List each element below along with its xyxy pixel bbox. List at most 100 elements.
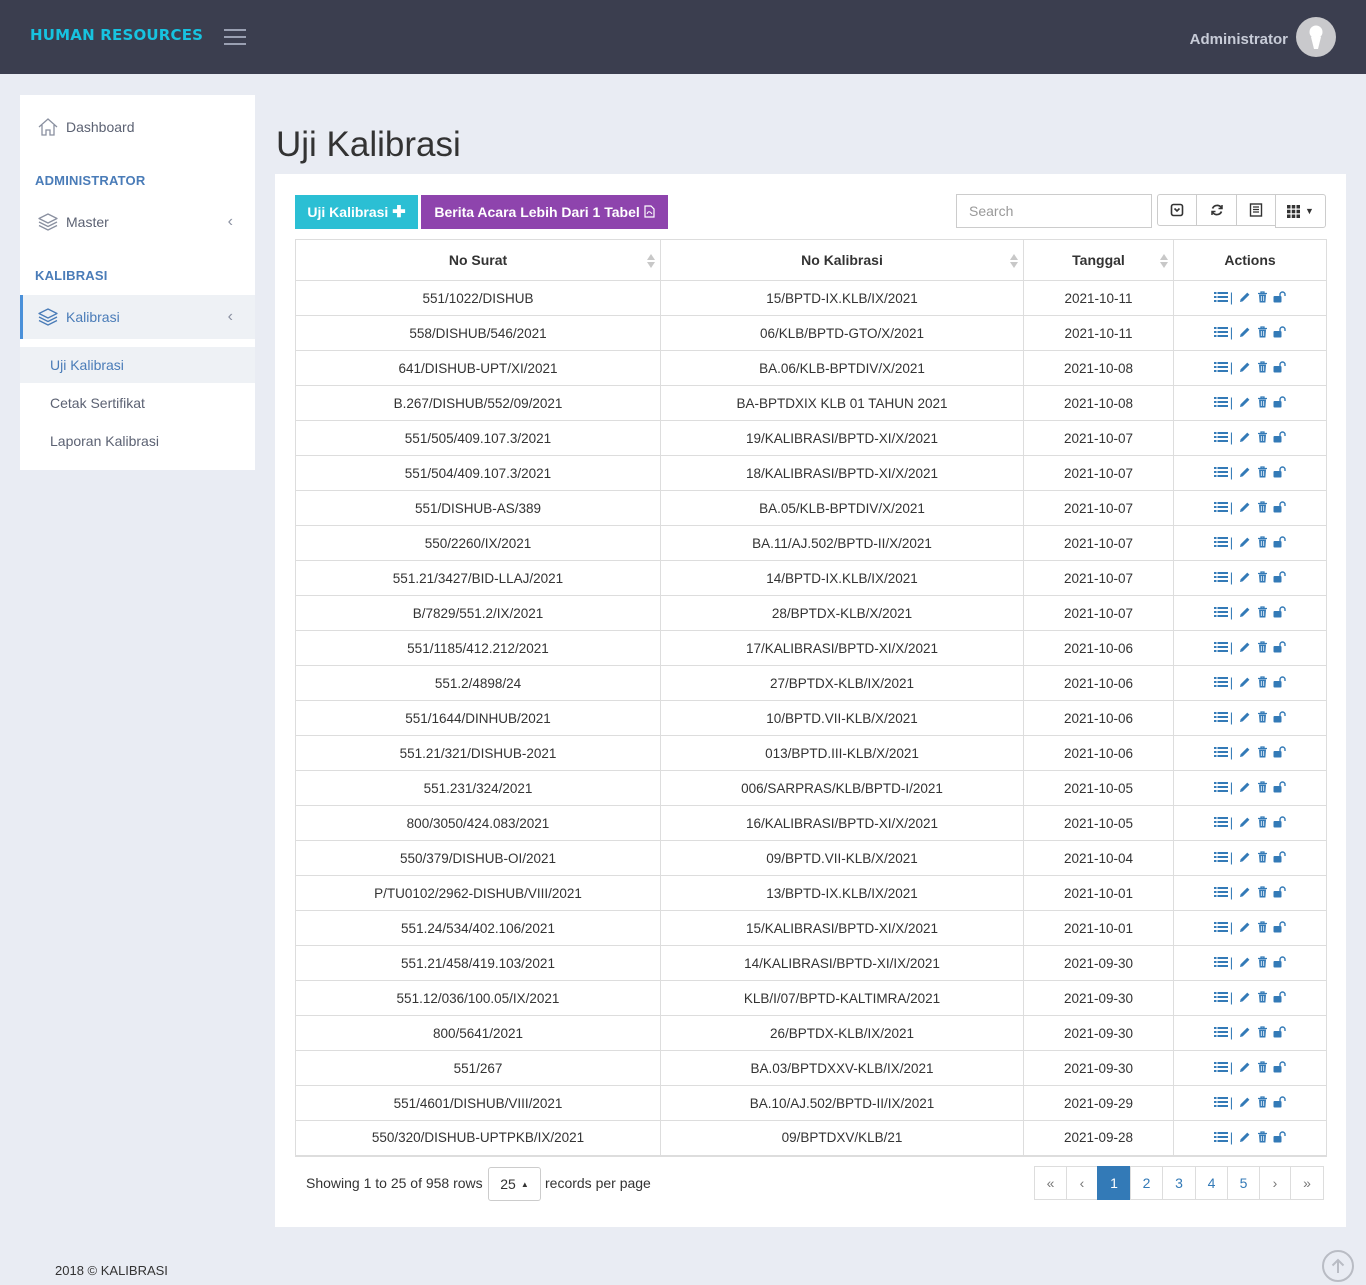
pencil-icon[interactable] xyxy=(1238,431,1252,443)
pencil-icon[interactable] xyxy=(1238,956,1252,968)
list-icon[interactable] xyxy=(1213,291,1228,303)
unlock-icon[interactable] xyxy=(1272,816,1286,828)
list-icon[interactable] xyxy=(1213,501,1228,513)
berita-acara-button[interactable]: Berita Acara Lebih Dari 1 Tabel xyxy=(421,195,668,229)
sidebar-item-dashboard[interactable]: Dashboard xyxy=(20,105,255,149)
trash-icon[interactable] xyxy=(1255,816,1269,828)
pencil-icon[interactable] xyxy=(1238,571,1252,583)
user-name[interactable]: Administrator xyxy=(1190,31,1288,48)
trash-icon[interactable] xyxy=(1255,956,1269,968)
table-row[interactable]: 551/1185/412.212/2021 17/KALIBRASI/BPTD-X… xyxy=(295,630,1327,666)
add-uji-kalibrasi-button[interactable]: Uji Kalibrasi ✚ xyxy=(295,195,418,229)
table-row[interactable]: P/TU0102/2962-DISHUB/VIII/2021 13/BPTD-IX… xyxy=(295,875,1327,911)
list-icon[interactable] xyxy=(1213,361,1228,373)
trash-icon[interactable] xyxy=(1255,536,1269,548)
table-row[interactable]: 551.24/534/402.106/2021 15/KALIBRASI/BPTD… xyxy=(295,910,1327,946)
trash-icon[interactable] xyxy=(1255,606,1269,618)
table-row[interactable]: 551/505/409.107.3/2021 19/KALIBRASI/BPTD-… xyxy=(295,420,1327,456)
table-row[interactable]: 551/1644/DINHUB/2021 10/BPTD.VII-KLB/X/20… xyxy=(295,700,1327,736)
trash-icon[interactable] xyxy=(1255,396,1269,408)
table-row[interactable]: 551/267 BA.03/BPTDXXV-KLB/IX/2021 2021-09-… xyxy=(295,1050,1327,1086)
pencil-icon[interactable] xyxy=(1238,641,1252,653)
sidebar-subitem-laporan-kalibrasi[interactable]: Laporan Kalibrasi xyxy=(20,423,255,459)
table-row[interactable]: 551.231/324/2021 006/SARPRAS/KLB/BPTD-I/2… xyxy=(295,770,1327,806)
pencil-icon[interactable] xyxy=(1238,676,1252,688)
trash-icon[interactable] xyxy=(1255,886,1269,898)
page-link-first[interactable]: « xyxy=(1034,1166,1067,1200)
unlock-icon[interactable] xyxy=(1272,571,1286,583)
trash-icon[interactable] xyxy=(1255,1096,1269,1108)
unlock-icon[interactable] xyxy=(1272,851,1286,863)
trash-icon[interactable] xyxy=(1255,921,1269,933)
scroll-to-top-button[interactable] xyxy=(1322,1250,1354,1282)
list-icon[interactable] xyxy=(1213,466,1228,478)
page-link-1[interactable]: 1 xyxy=(1097,1166,1131,1200)
list-icon[interactable] xyxy=(1213,711,1228,723)
trash-icon[interactable] xyxy=(1255,1061,1269,1073)
unlock-icon[interactable] xyxy=(1272,501,1286,513)
table-row[interactable]: 551.12/036/100.05/IX/2021 KLB/I/07/BPTD-K… xyxy=(295,980,1327,1016)
pencil-icon[interactable] xyxy=(1238,326,1252,338)
list-icon[interactable] xyxy=(1213,956,1228,968)
sidebar-subitem-uji-kalibrasi[interactable]: Uji Kalibrasi xyxy=(20,347,255,383)
refresh-button[interactable] xyxy=(1196,194,1237,226)
list-icon[interactable] xyxy=(1213,816,1228,828)
toggle-pagination-button[interactable] xyxy=(1157,194,1197,226)
sidebar-subitem-cetak-sertifikat[interactable]: Cetak Sertifikat xyxy=(20,385,255,421)
unlock-icon[interactable] xyxy=(1272,991,1286,1003)
table-row[interactable]: 551.21/3427/BID-LLAJ/2021 14/BPTD-IX.KLB/… xyxy=(295,560,1327,596)
unlock-icon[interactable] xyxy=(1272,711,1286,723)
unlock-icon[interactable] xyxy=(1272,361,1286,373)
table-row[interactable]: 641/DISHUB-UPT/XI/2021 BA.06/KLB-BPTDIV/X… xyxy=(295,350,1327,386)
unlock-icon[interactable] xyxy=(1272,1061,1286,1073)
trash-icon[interactable] xyxy=(1255,501,1269,513)
trash-icon[interactable] xyxy=(1255,1131,1269,1143)
column-header-no-surat[interactable]: No Surat xyxy=(295,239,661,281)
unlock-icon[interactable] xyxy=(1272,641,1286,653)
pencil-icon[interactable] xyxy=(1238,466,1252,478)
table-row[interactable]: 551/1022/DISHUB 15/BPTD-IX.KLB/IX/2021 202… xyxy=(295,280,1327,316)
list-icon[interactable] xyxy=(1213,571,1228,583)
table-row[interactable]: 551.2/4898/24 27/BPTDX-KLB/IX/2021 2021-10… xyxy=(295,665,1327,701)
page-link-last[interactable]: » xyxy=(1290,1166,1324,1200)
pencil-icon[interactable] xyxy=(1238,1061,1252,1073)
brand-logo[interactable]: HUMAN RESOURCES xyxy=(30,26,203,44)
list-icon[interactable] xyxy=(1213,641,1228,653)
unlock-icon[interactable] xyxy=(1272,326,1286,338)
unlock-icon[interactable] xyxy=(1272,536,1286,548)
trash-icon[interactable] xyxy=(1255,361,1269,373)
trash-icon[interactable] xyxy=(1255,781,1269,793)
list-icon[interactable] xyxy=(1213,1061,1228,1073)
trash-icon[interactable] xyxy=(1255,1026,1269,1038)
pencil-icon[interactable] xyxy=(1238,746,1252,758)
list-icon[interactable] xyxy=(1213,991,1228,1003)
unlock-icon[interactable] xyxy=(1272,431,1286,443)
table-row[interactable]: 550/379/DISHUB-OI/2021 09/BPTD.VII-KLB/X/… xyxy=(295,840,1327,876)
list-icon[interactable] xyxy=(1213,1131,1228,1143)
trash-icon[interactable] xyxy=(1255,676,1269,688)
table-row[interactable]: 550/2260/IX/2021 BA.11/AJ.502/BPTD-II/X/2… xyxy=(295,525,1327,561)
list-icon[interactable] xyxy=(1213,921,1228,933)
column-header-tanggal[interactable]: Tanggal xyxy=(1023,239,1174,281)
unlock-icon[interactable] xyxy=(1272,1131,1286,1143)
trash-icon[interactable] xyxy=(1255,431,1269,443)
list-icon[interactable] xyxy=(1213,326,1228,338)
page-link-5[interactable]: 5 xyxy=(1227,1166,1260,1200)
trash-icon[interactable] xyxy=(1255,326,1269,338)
table-row[interactable]: B/7829/551.2/IX/2021 28/BPTDX-KLB/X/2021 2… xyxy=(295,595,1327,631)
trash-icon[interactable] xyxy=(1255,571,1269,583)
list-icon[interactable] xyxy=(1213,781,1228,793)
table-row[interactable]: B.267/DISHUB/552/09/2021 BA-BPTDXIX KLB 0… xyxy=(295,385,1327,421)
table-row[interactable]: 551/DISHUB-AS/389 BA.05/KLB-BPTDIV/X/2021… xyxy=(295,490,1327,526)
trash-icon[interactable] xyxy=(1255,291,1269,303)
unlock-icon[interactable] xyxy=(1272,921,1286,933)
pencil-icon[interactable] xyxy=(1238,851,1252,863)
sidebar-item-kalibrasi[interactable]: Kalibrasi ‹ xyxy=(20,295,255,339)
pencil-icon[interactable] xyxy=(1238,1096,1252,1108)
unlock-icon[interactable] xyxy=(1272,396,1286,408)
pencil-icon[interactable] xyxy=(1238,711,1252,723)
pencil-icon[interactable] xyxy=(1238,361,1252,373)
table-row[interactable]: 551/504/409.107.3/2021 18/KALIBRASI/BPTD-… xyxy=(295,455,1327,491)
avatar[interactable] xyxy=(1296,17,1336,57)
search-input[interactable] xyxy=(956,194,1152,228)
